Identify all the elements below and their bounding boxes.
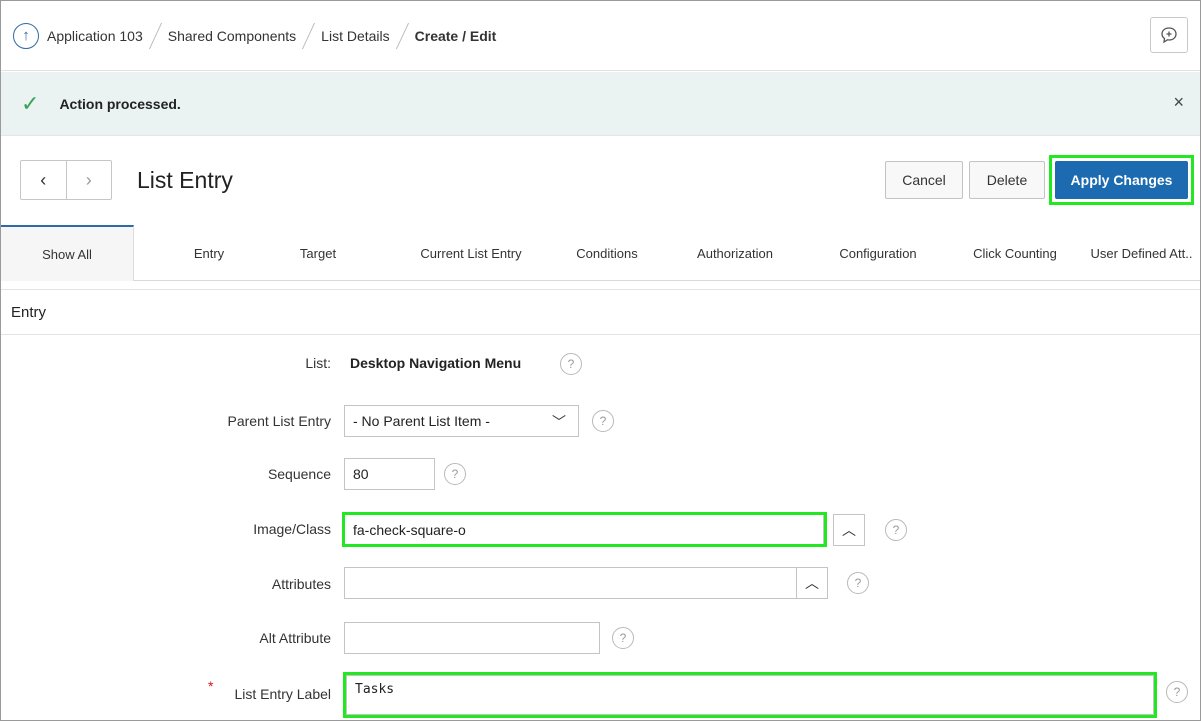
list-entry-label-highlight	[343, 672, 1157, 718]
app-frame: ↑ Application 103 Shared Components List…	[0, 0, 1201, 721]
parent-list-entry-value: - No Parent List Item -	[353, 413, 490, 429]
breadcrumb-shared-components[interactable]: Shared Components	[168, 28, 296, 44]
help-icon[interactable]: ?	[885, 519, 907, 541]
attributes-picker-button[interactable]: ︿	[796, 567, 828, 599]
help-icon[interactable]: ?	[847, 572, 869, 594]
list-value: Desktop Navigation Menu	[350, 355, 522, 371]
parent-list-entry-label: Parent List Entry	[227, 413, 332, 429]
required-indicator: *	[208, 678, 214, 694]
previous-button[interactable]: ‹	[21, 161, 66, 199]
tab-target[interactable]: Target	[273, 225, 363, 281]
tab-bar: Show All Entry Target Current List Entry…	[1, 225, 1200, 281]
tab-entry[interactable]: Entry	[149, 225, 269, 281]
breadcrumb-separator	[302, 22, 316, 49]
breadcrumb-separator	[148, 22, 162, 49]
attributes-label: Attributes	[271, 576, 331, 592]
alt-attribute-label: Alt Attribute	[259, 630, 331, 646]
apply-changes-button[interactable]: Apply Changes	[1055, 161, 1188, 199]
success-text: Action processed.	[59, 95, 181, 112]
region-title: Entry	[1, 289, 1200, 335]
tab-user-defined-attributes[interactable]: User Defined Att..	[1083, 225, 1200, 281]
help-icon[interactable]: ?	[1166, 681, 1188, 703]
image-class-highlight	[342, 512, 827, 547]
chevron-up-icon: ︿	[842, 522, 856, 538]
image-class-picker-button[interactable]: ︿	[833, 514, 865, 546]
close-icon[interactable]: ×	[1173, 92, 1184, 113]
tab-conditions[interactable]: Conditions	[557, 225, 657, 281]
parent-list-entry-select[interactable]: - No Parent List Item - ﹀	[344, 405, 579, 437]
title-region: ‹ › List Entry Cancel Delete Apply Chang…	[1, 137, 1200, 225]
tab-configuration[interactable]: Configuration	[819, 225, 937, 281]
feedback-button[interactable]	[1150, 17, 1188, 53]
breadcrumb-current: Create / Edit	[414, 27, 497, 44]
chevron-down-icon: ﹀	[552, 414, 566, 430]
breadcrumb-application[interactable]: Application 103	[47, 28, 143, 44]
alt-attribute-input[interactable]	[344, 622, 600, 654]
image-class-label: Image/Class	[253, 521, 331, 537]
up-arrow-icon[interactable]: ↑	[13, 22, 39, 49]
list-label: List:	[305, 355, 331, 371]
help-icon[interactable]: ?	[612, 627, 634, 649]
tab-show-all[interactable]: Show All	[1, 225, 134, 281]
attributes-input[interactable]	[344, 567, 797, 599]
cancel-button[interactable]: Cancel	[885, 161, 963, 199]
tab-current-list-entry[interactable]: Current List Entry	[401, 225, 541, 281]
sequence-value: 80	[353, 466, 369, 482]
delete-button[interactable]: Delete	[969, 161, 1045, 199]
page-title: List Entry	[137, 167, 233, 193]
breadcrumb-list-details[interactable]: List Details	[321, 28, 389, 44]
help-icon[interactable]: ?	[560, 353, 582, 375]
tab-click-counting[interactable]: Click Counting	[956, 225, 1074, 281]
help-icon[interactable]: ?	[444, 463, 466, 485]
success-message: ✓ Action processed. ×	[1, 72, 1200, 136]
sequence-input[interactable]: 80	[344, 458, 435, 490]
help-icon[interactable]: ?	[592, 410, 614, 432]
tab-authorization[interactable]: Authorization	[676, 225, 794, 281]
record-navigation: ‹ ›	[20, 160, 112, 200]
chevron-up-icon: ︿	[805, 575, 819, 591]
breadcrumb-bar: ↑ Application 103 Shared Components List…	[1, 1, 1200, 71]
breadcrumb-separator	[395, 22, 409, 49]
check-icon: ✓	[21, 90, 40, 116]
next-button[interactable]: ›	[65, 161, 112, 199]
sequence-label: Sequence	[267, 466, 331, 482]
list-entry-label-label: List Entry Label	[234, 686, 332, 702]
feedback-icon	[1161, 27, 1177, 44]
